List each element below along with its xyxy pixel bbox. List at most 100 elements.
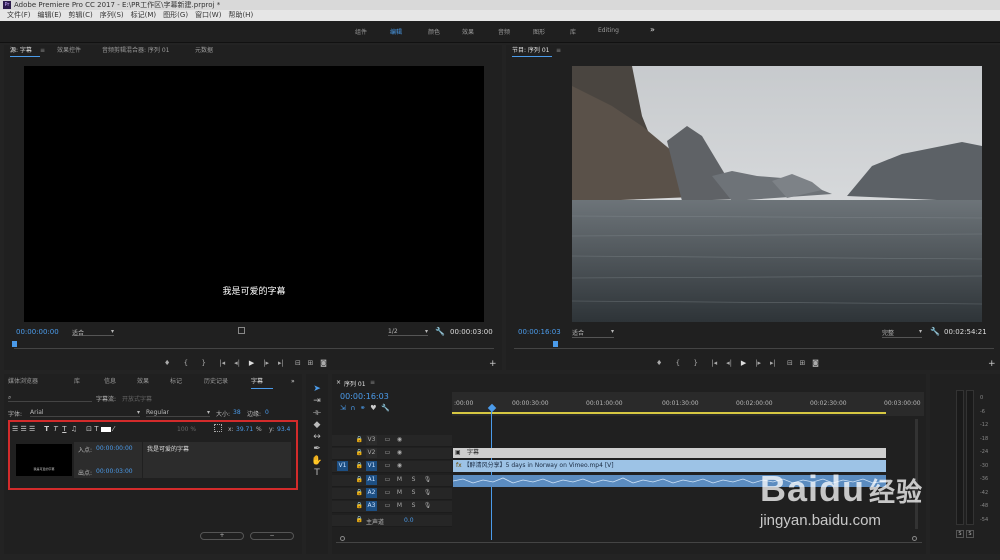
bold-icon[interactable]: T: [44, 425, 49, 433]
v2-lock-icon[interactable]: 🔒: [354, 448, 365, 458]
add-marker-timeline-icon[interactable]: ♥: [370, 404, 376, 412]
v1-eye-icon[interactable]: ◉: [394, 461, 405, 471]
program-timecode[interactable]: 00:00:16:03: [518, 328, 561, 336]
source-playhead[interactable]: [12, 341, 17, 347]
opacity-value[interactable]: 100 %: [177, 426, 196, 433]
play-icon[interactable]: ▶: [249, 359, 254, 367]
v3-sync-icon[interactable]: ▭: [382, 435, 393, 445]
program-mark-in-icon[interactable]: {: [676, 359, 680, 367]
timeline-horizontal-scrollbar[interactable]: [336, 538, 922, 543]
a3-mute-icon[interactable]: M: [394, 501, 405, 511]
timeline-tab-menu-icon[interactable]: ≡: [370, 379, 375, 386]
program-go-to-out-icon[interactable]: ▸|: [770, 359, 776, 367]
a2-sync-icon[interactable]: ▭: [382, 488, 393, 498]
tab-info[interactable]: 信息: [104, 376, 116, 388]
source-resolution-dropdown[interactable]: 1/2 ▾: [388, 328, 428, 336]
scroll-handle-right-icon[interactable]: [912, 536, 917, 541]
program-mark-out-icon[interactable]: }: [693, 359, 697, 367]
tab-metadata[interactable]: 元数据: [195, 45, 213, 57]
workspace-graphics[interactable]: 图形: [533, 27, 545, 36]
mark-in-icon[interactable]: {: [184, 359, 188, 367]
v2-target[interactable]: V2: [366, 448, 377, 458]
font-dropdown[interactable]: Arial ▾: [30, 409, 140, 417]
v2-eye-icon[interactable]: ◉: [394, 448, 405, 458]
workspace-editing[interactable]: 编辑: [390, 27, 402, 36]
x-value[interactable]: 39.71: [236, 426, 253, 433]
a2-lock-icon[interactable]: 🔒: [354, 488, 365, 498]
workspace-editing-custom[interactable]: Editing: [598, 27, 619, 34]
a1-mic-icon[interactable]: 🎙: [422, 475, 433, 485]
program-quality-dropdown[interactable]: 完整 ▾: [882, 328, 922, 338]
timeline-ruler[interactable]: :00:00 00:00:30:00 00:01:00:00 00:01:30:…: [452, 392, 924, 416]
program-fit-dropdown[interactable]: 适合 ▾: [572, 328, 614, 338]
align-right-icon[interactable]: ☰: [29, 425, 35, 433]
tab-audio-clip-mixer[interactable]: 音频剪辑混合器: 序列 01: [102, 45, 169, 57]
color-swatch-icon[interactable]: [100, 426, 111, 432]
overwrite-icon[interactable]: ⊞: [308, 359, 314, 367]
workspace-audio[interactable]: 音频: [498, 27, 510, 36]
solo-right-button[interactable]: S: [966, 530, 974, 538]
a3-sync-icon[interactable]: ▭: [382, 501, 393, 511]
timeline-settings-icon[interactable]: 🔧: [381, 404, 390, 412]
audio-clip-a1[interactable]: [452, 475, 887, 487]
v3-lock-icon[interactable]: 🔒: [354, 435, 365, 445]
source-scrub-bar[interactable]: [14, 343, 494, 349]
a1-target[interactable]: A1: [366, 475, 377, 485]
scroll-handle-left-icon[interactable]: [340, 536, 345, 541]
source-settings-icon[interactable]: [238, 327, 245, 334]
a3-mic-icon[interactable]: 🎙: [422, 501, 433, 511]
tab-history[interactable]: 历史记录: [204, 376, 228, 388]
a2-mic-icon[interactable]: 🎙: [422, 488, 433, 498]
work-area-bar[interactable]: [452, 412, 886, 414]
v1-lock-icon[interactable]: 🔒: [354, 461, 365, 471]
tab-markers[interactable]: 标记: [170, 376, 182, 388]
workspace-effects[interactable]: 效果: [462, 27, 474, 36]
caption-clip[interactable]: ▣ 字幕: [453, 448, 886, 458]
add-caption-button[interactable]: +: [200, 532, 244, 540]
source-timecode[interactable]: 00:00:00:00: [16, 328, 59, 336]
insert-icon[interactable]: ⊟: [295, 359, 301, 367]
a3-lock-icon[interactable]: 🔒: [354, 501, 365, 511]
caption-stream-value[interactable]: 开放式字幕: [122, 394, 152, 403]
position-grid-icon[interactable]: [214, 424, 222, 432]
a2-mute-icon[interactable]: M: [394, 488, 405, 498]
v1-source-patch[interactable]: V1: [337, 461, 348, 471]
add-marker-icon[interactable]: ♦: [164, 359, 170, 367]
tabs-more-icon[interactable]: »: [291, 376, 295, 388]
text-color-icon[interactable]: T: [94, 425, 98, 433]
a2-target[interactable]: A2: [366, 488, 377, 498]
a2-solo-icon[interactable]: S: [408, 488, 419, 498]
workspace-color[interactable]: 颜色: [428, 27, 440, 36]
video-clip-v1[interactable]: fx 【醉清风分享】5 days in Norway on Vimeo.mp4 …: [453, 460, 886, 472]
go-to-in-icon[interactable]: |◂: [219, 359, 225, 367]
out-point-value[interactable]: 00:00:03:00: [96, 468, 133, 475]
linked-selection-icon[interactable]: ⚭: [360, 404, 366, 412]
selection-tool-icon[interactable]: ➤: [306, 384, 328, 394]
a1-sync-icon[interactable]: ▭: [382, 475, 393, 485]
workspace-assembly[interactable]: 组件: [355, 27, 367, 36]
program-add-button-icon[interactable]: +: [988, 359, 996, 369]
tab-effect-controls[interactable]: 效果控件: [57, 45, 81, 57]
text-box-icon[interactable]: ⊡: [86, 425, 92, 433]
caption-text-field[interactable]: 我是可爱的字幕: [143, 442, 291, 478]
v3-eye-icon[interactable]: ◉: [394, 435, 405, 445]
program-playhead[interactable]: [553, 341, 558, 347]
program-export-frame-icon[interactable]: ◙: [812, 359, 819, 367]
underline-icon[interactable]: T: [62, 425, 66, 433]
y-value[interactable]: 93.4: [277, 426, 290, 433]
menu-window[interactable]: 窗口(W): [195, 11, 221, 19]
a1-solo-icon[interactable]: S: [408, 475, 419, 485]
align-left-icon[interactable]: ☰: [12, 425, 18, 433]
workspace-libraries[interactable]: 库: [570, 27, 576, 36]
captions-search-input[interactable]: ⌕: [8, 394, 92, 402]
font-style-dropdown[interactable]: Regular ▾: [146, 409, 210, 417]
menu-sequence[interactable]: 序列(S): [100, 11, 124, 19]
hand-tool-icon[interactable]: ✋: [306, 456, 328, 466]
source-fit-dropdown[interactable]: 适合 ▾: [72, 328, 114, 337]
snap-icon[interactable]: ∩: [350, 404, 355, 412]
a3-target[interactable]: A3: [366, 501, 377, 511]
program-play-icon[interactable]: ▶: [741, 359, 746, 367]
razor-tool-icon[interactable]: ◆: [306, 420, 328, 430]
timeline-timecode[interactable]: 00:00:16:03: [340, 392, 389, 401]
track-select-tool-icon[interactable]: ⇥: [306, 396, 328, 406]
